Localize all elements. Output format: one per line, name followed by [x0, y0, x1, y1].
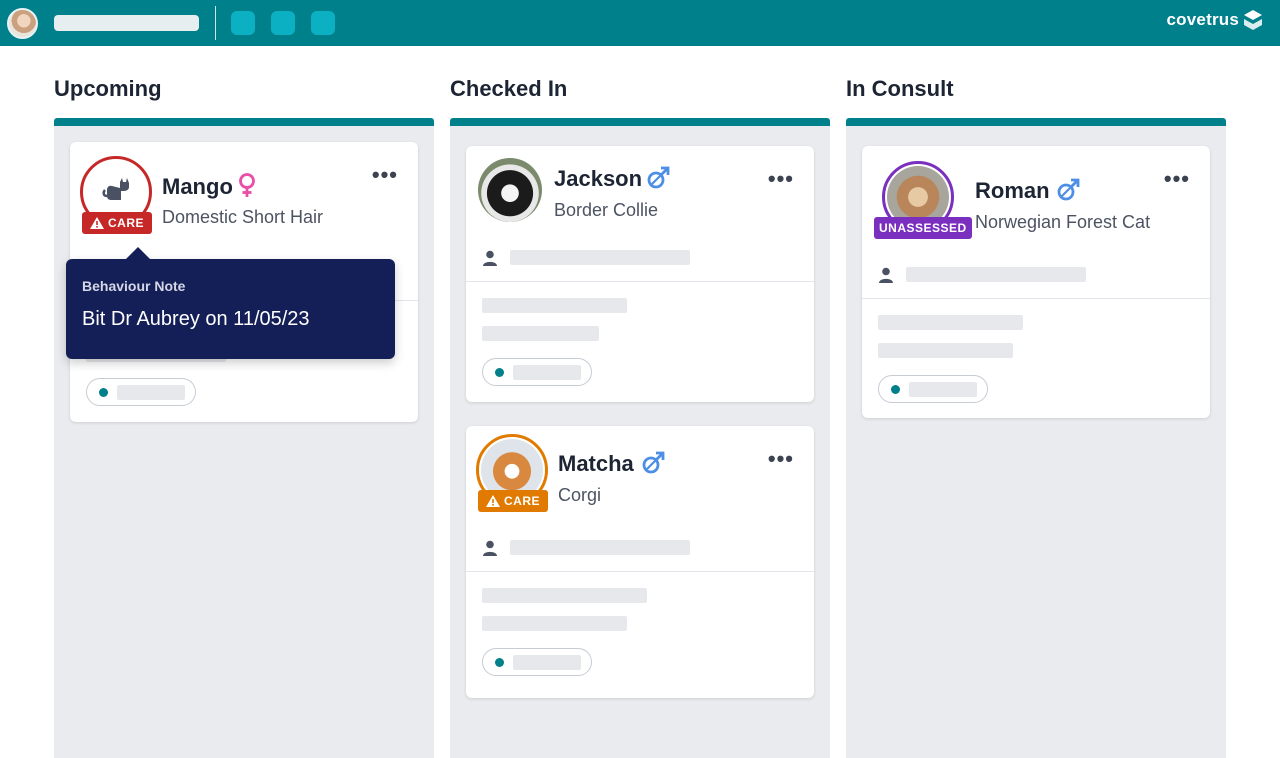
status-dot [891, 385, 900, 394]
person-icon [879, 267, 893, 283]
status-pill[interactable] [482, 648, 592, 676]
more-options-icon[interactable]: ••• [1164, 168, 1190, 190]
more-options-icon[interactable]: ••• [768, 448, 794, 470]
warning-icon [90, 217, 104, 229]
status-placeholder [513, 365, 581, 380]
pet-breed: Norwegian Forest Cat [975, 212, 1151, 232]
pet-name[interactable]: Jackson [554, 166, 642, 192]
placeholder-line [878, 343, 1013, 358]
covetrus-logo-icon [1244, 10, 1262, 30]
warning-icon [486, 495, 500, 507]
app-icon-1[interactable] [231, 11, 255, 35]
card-divider [466, 281, 814, 282]
column-title-upcoming: Upcoming [54, 76, 162, 101]
search-placeholder[interactable] [54, 15, 199, 31]
behaviour-note-tooltip: Behaviour Note Bit Dr Aubrey on 11/05/23 [66, 247, 395, 359]
male-neutered-icon [1057, 178, 1080, 201]
male-neutered-icon [647, 166, 670, 189]
tooltip-body: Bit Dr Aubrey on 11/05/23 [82, 308, 310, 330]
more-options-icon[interactable]: ••• [372, 164, 398, 186]
app-icon-3[interactable] [311, 11, 335, 35]
user-avatar[interactable] [7, 8, 38, 39]
pet-name[interactable]: Mango [162, 174, 233, 200]
card-divider [466, 571, 814, 572]
dog-photo [478, 158, 542, 222]
status-placeholder [513, 655, 581, 670]
care-badge-label: CARE [108, 216, 145, 230]
tooltip-title: Behaviour Note [82, 278, 186, 294]
placeholder-line [906, 267, 1086, 282]
unassessed-badge-label: UNASSESSED [879, 221, 967, 235]
more-options-icon[interactable]: ••• [768, 168, 794, 190]
placeholder-line [878, 315, 1023, 330]
status-pill[interactable] [86, 378, 196, 406]
patient-card-roman[interactable]: UNASSESSED Roman Norwegian Forest Cat ••… [862, 146, 1210, 418]
placeholder-line [482, 326, 599, 341]
person-icon [483, 250, 497, 266]
column-title-in-consult: In Consult [846, 76, 954, 101]
pet-breed: Corgi [558, 485, 602, 505]
app-icon-2[interactable] [271, 11, 295, 35]
male-neutered-icon [642, 451, 665, 474]
person-icon [483, 540, 497, 556]
status-placeholder [117, 385, 185, 400]
placeholder-line [482, 588, 647, 603]
placeholder-line [510, 250, 690, 265]
status-pill[interactable] [878, 375, 988, 403]
care-badge[interactable]: CARE [82, 212, 153, 234]
placeholder-line [510, 540, 690, 555]
card-divider [862, 298, 1210, 299]
top-navigation-bar: covetrus [0, 0, 1280, 46]
column-title-checked-in: Checked In [450, 76, 568, 101]
status-pill[interactable] [482, 358, 592, 386]
female-icon [239, 173, 255, 197]
status-dot [495, 658, 504, 667]
patient-card-jackson[interactable]: Jackson Border Collie ••• [466, 146, 814, 402]
brand-name: covetrus [1166, 10, 1239, 29]
pet-name[interactable]: Roman [975, 178, 1050, 204]
status-placeholder [909, 382, 977, 397]
status-dot [99, 388, 108, 397]
tooltip-arrow [126, 247, 150, 259]
placeholder-line [482, 298, 627, 313]
placeholder-line [482, 616, 627, 631]
pet-breed: Border Collie [554, 200, 659, 220]
pet-name[interactable]: Matcha [558, 451, 634, 477]
cat-placeholder-icon [102, 178, 129, 200]
care-badge[interactable]: CARE [478, 490, 549, 512]
topbar-divider [215, 6, 216, 40]
unassessed-badge[interactable]: UNASSESSED [874, 217, 972, 239]
patient-card-matcha[interactable]: CARE Matcha Corgi ••• [466, 426, 814, 698]
status-dot [495, 368, 504, 377]
pet-breed: Domestic Short Hair [162, 207, 324, 227]
covetrus-logo: covetrus [1167, 10, 1262, 30]
care-badge-label: CARE [504, 494, 541, 508]
